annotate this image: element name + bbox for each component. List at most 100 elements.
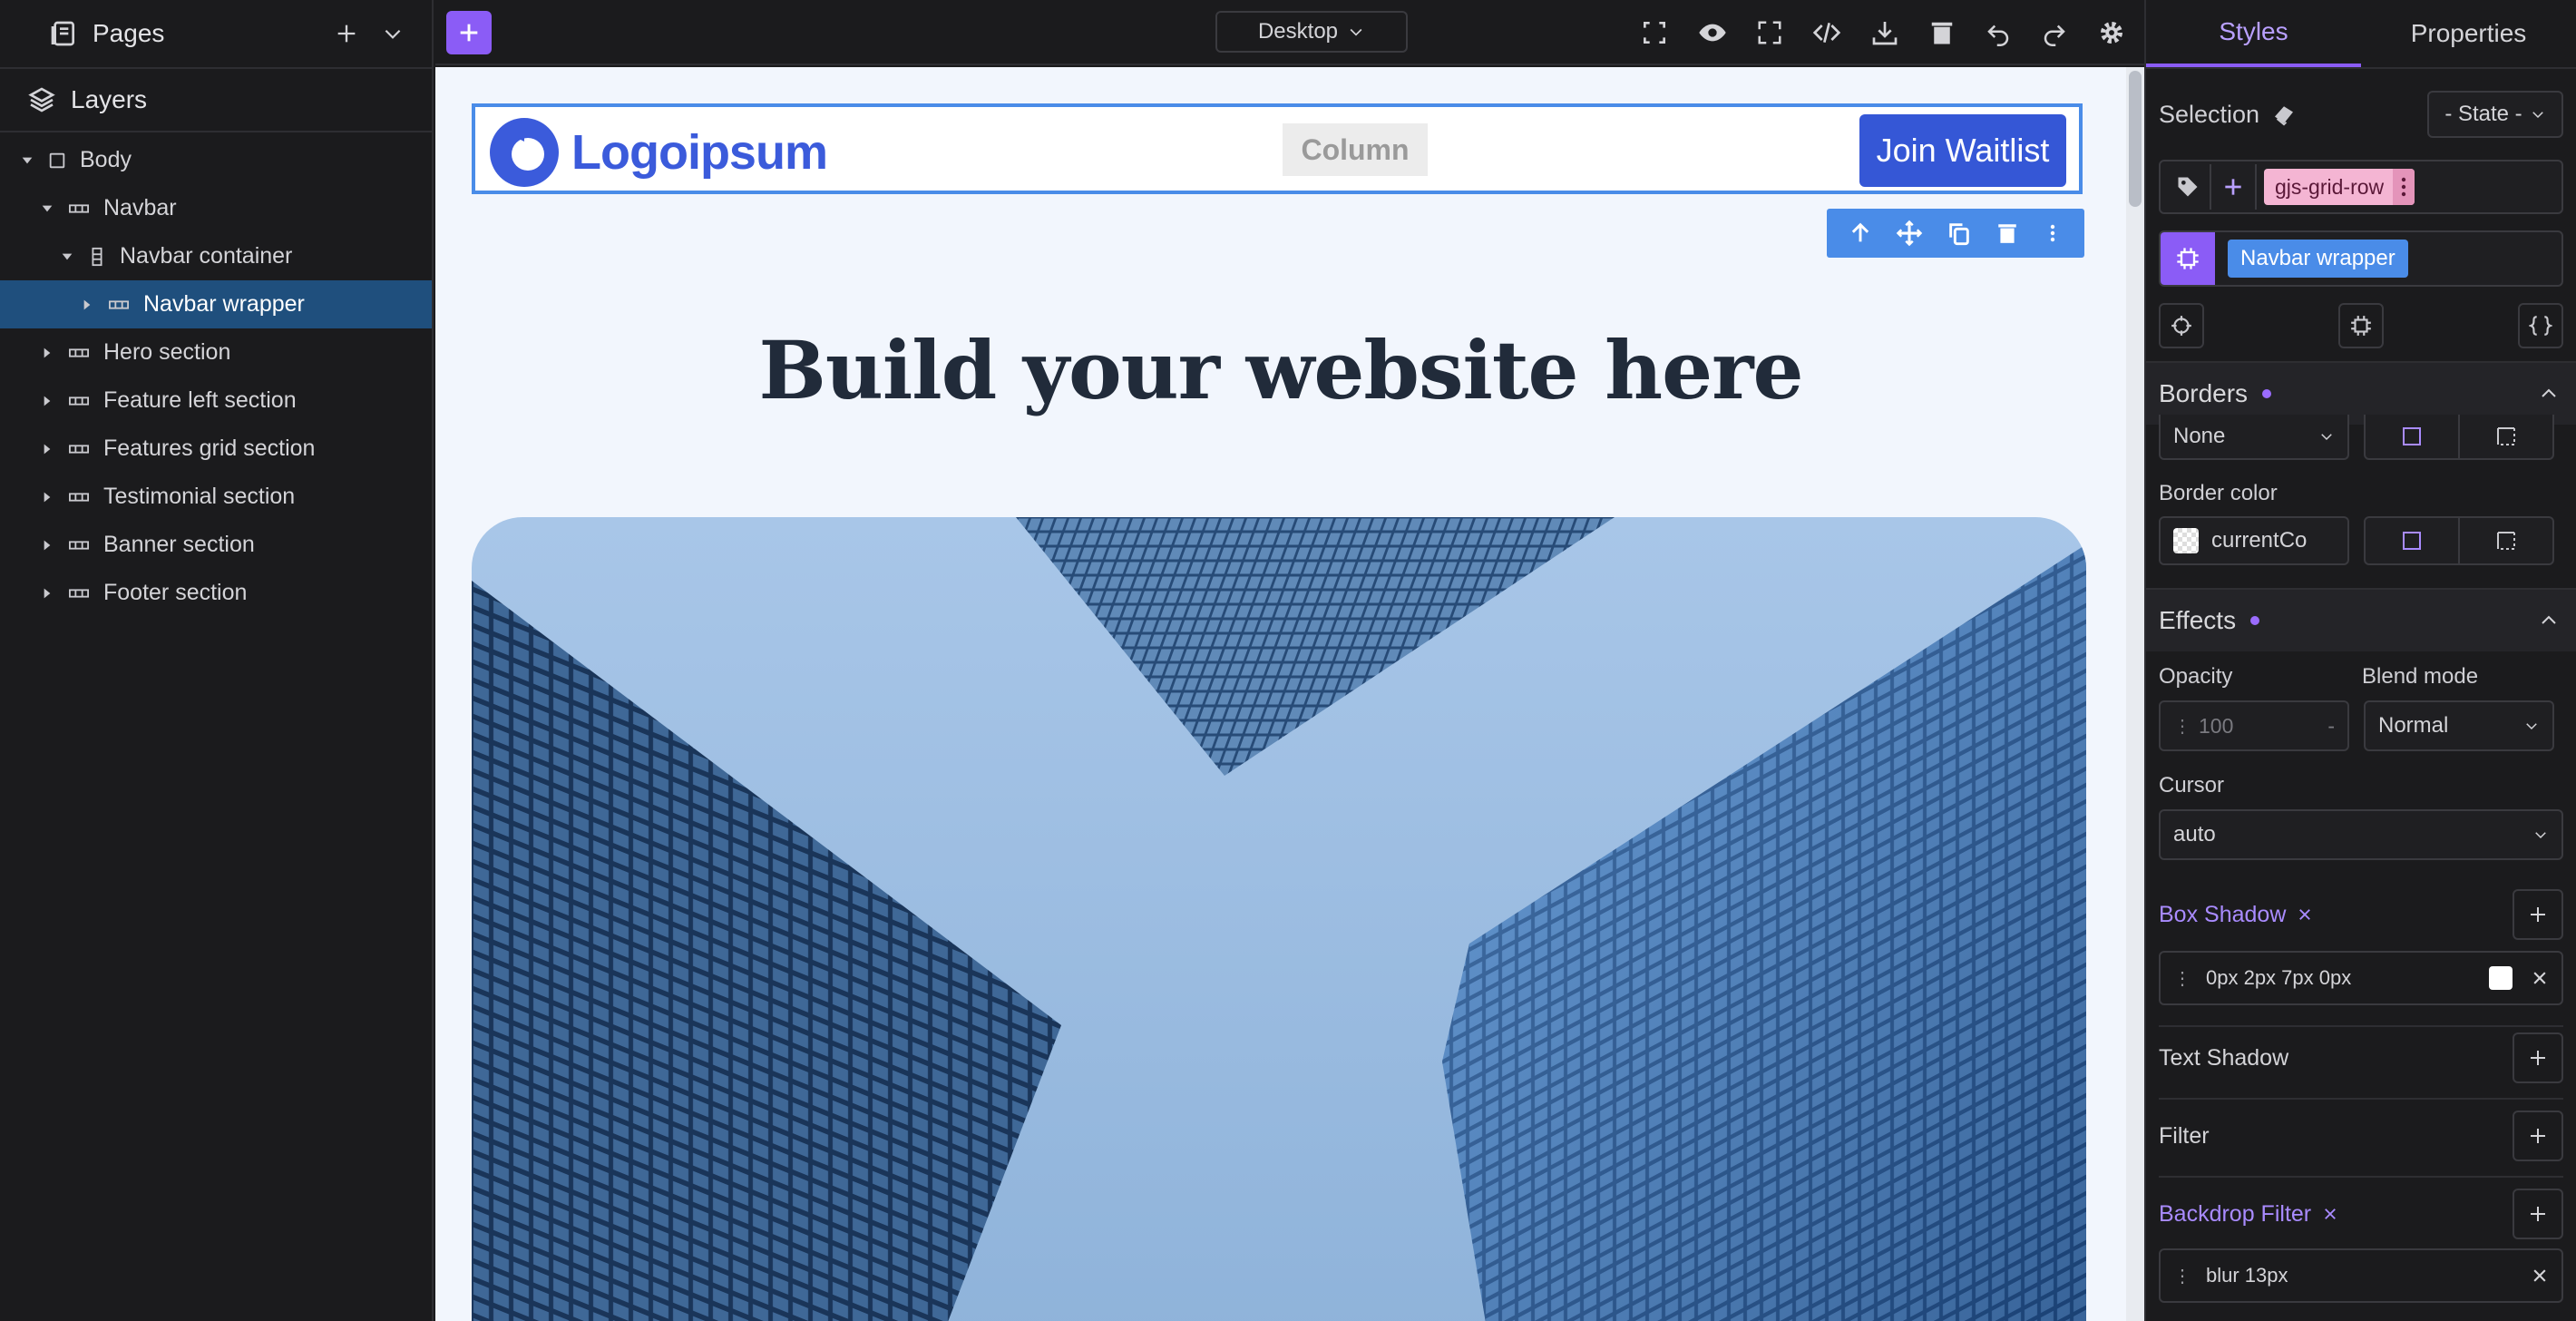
add-backdrop-filter-button[interactable]: [2513, 1189, 2563, 1239]
border-all-icon[interactable]: [2366, 518, 2460, 563]
filter-row: Filter: [2159, 1111, 2563, 1161]
close-icon[interactable]: [2531, 969, 2549, 987]
drag-handle-icon[interactable]: ⋮: [2173, 715, 2191, 738]
more-vertical-icon[interactable]: [2042, 221, 2064, 245]
chevron-down-icon[interactable]: [381, 22, 405, 45]
trash-icon[interactable]: [1928, 19, 1956, 46]
caret-down-icon[interactable]: [18, 153, 36, 168]
layer-item[interactable]: Navbar: [0, 184, 432, 232]
delete-icon[interactable]: [1995, 221, 2019, 245]
target-icon[interactable]: [2159, 303, 2204, 348]
move-icon[interactable]: [1896, 220, 1923, 247]
chevron-down-icon: [1347, 23, 1365, 41]
chevron-up-icon[interactable]: [2538, 383, 2560, 405]
state-select[interactable]: - State -: [2427, 91, 2563, 138]
more-vertical-icon[interactable]: [2393, 169, 2415, 205]
box-shadow-layer[interactable]: ⋮ 0px 2px 7px 0px: [2159, 951, 2563, 1005]
braces-icon[interactable]: [2518, 303, 2563, 348]
layer-item[interactable]: Footer section: [0, 569, 432, 617]
add-block-button[interactable]: [446, 11, 492, 54]
layer-item[interactable]: Navbar container: [0, 232, 432, 280]
color-swatch[interactable]: [2173, 528, 2199, 553]
selection-label: Selection: [2159, 100, 2260, 128]
component-select-icon[interactable]: [2338, 303, 2384, 348]
join-waitlist-button[interactable]: Join Waitlist: [1859, 114, 2066, 187]
code-icon[interactable]: [1812, 18, 1841, 47]
canvas-scrollbar[interactable]: [2126, 67, 2144, 1321]
toolbar-actions: [1611, 0, 2126, 65]
layer-item[interactable]: Body: [0, 136, 432, 184]
layer-item[interactable]: Testimonial section: [0, 473, 432, 521]
class-tag[interactable]: gjs-grid-row: [2264, 169, 2415, 205]
layer-item[interactable]: Hero section: [0, 328, 432, 377]
drag-handle-icon[interactable]: ⋮: [2173, 1265, 2191, 1287]
undo-icon[interactable]: [1985, 19, 2012, 46]
divider: [2159, 1025, 2563, 1027]
column-placeholder[interactable]: Column: [1283, 123, 1428, 176]
blend-mode-label: Blend mode: [2362, 664, 2479, 689]
opacity-value: 100: [2199, 713, 2234, 738]
blend-mode-select[interactable]: Normal: [2364, 700, 2554, 751]
border-color-field[interactable]: currentCo: [2159, 516, 2349, 565]
caret-right-icon[interactable]: [38, 586, 56, 601]
sync-style-icon[interactable]: [2270, 101, 2298, 128]
add-box-shadow-button[interactable]: [2513, 889, 2563, 940]
layer-item[interactable]: Features grid section: [0, 425, 432, 473]
eye-icon[interactable]: [1698, 18, 1727, 47]
add-class-icon[interactable]: [2211, 164, 2257, 210]
border-individual-icon[interactable]: [2460, 518, 2552, 563]
select-area-icon[interactable]: [1640, 18, 1669, 47]
download-icon[interactable]: [1870, 18, 1899, 47]
layer-item[interactable]: Navbar wrapper: [0, 280, 432, 328]
backdrop-filter-row: Backdrop Filter: [2159, 1189, 2563, 1239]
divider: [2159, 1098, 2563, 1100]
border-color-sides: [2364, 516, 2554, 565]
border-all-icon[interactable]: [2366, 415, 2460, 458]
caret-right-icon[interactable]: [38, 394, 56, 408]
add-filter-button[interactable]: [2513, 1111, 2563, 1161]
backdrop-filter-label[interactable]: Backdrop Filter: [2159, 1201, 2311, 1228]
arrow-up-icon[interactable]: [1848, 220, 1873, 246]
redo-icon[interactable]: [2041, 19, 2068, 46]
close-icon[interactable]: [2322, 1206, 2338, 1222]
drag-handle-icon[interactable]: ⋮: [2173, 967, 2191, 990]
border-color-label: Border color: [2159, 481, 2278, 505]
chevron-up-icon[interactable]: [2538, 610, 2560, 631]
hero-title[interactable]: Build your website here: [435, 323, 2126, 417]
opacity-field[interactable]: ⋮ 100 -: [2159, 700, 2349, 751]
cursor-select[interactable]: auto: [2159, 809, 2563, 860]
copy-icon[interactable]: [1947, 220, 1972, 246]
close-icon[interactable]: [2531, 1267, 2549, 1285]
shadow-color-swatch[interactable]: [2489, 966, 2513, 990]
caret-right-icon[interactable]: [38, 442, 56, 456]
caret-right-icon[interactable]: [38, 490, 56, 504]
tab-properties[interactable]: Properties: [2361, 0, 2576, 67]
caret-down-icon[interactable]: [58, 250, 76, 264]
close-icon[interactable]: [2297, 906, 2313, 923]
caret-right-icon[interactable]: [78, 298, 96, 312]
add-text-shadow-button[interactable]: [2513, 1032, 2563, 1083]
selector-tools: [2159, 303, 2563, 348]
effects-section-header[interactable]: Effects: [2146, 588, 2576, 651]
settings-icon[interactable]: [2097, 18, 2126, 47]
navbar-wrapper[interactable]: Logoipsum Column Join Waitlist: [472, 103, 2083, 194]
opacity-blend-row: ⋮ 100 - Normal: [2159, 700, 2563, 751]
device-select[interactable]: Desktop: [1215, 11, 1408, 53]
device-select-value: Desktop: [1257, 19, 1339, 44]
scrollbar-thumb[interactable]: [2129, 71, 2142, 207]
hero-image[interactable]: [472, 517, 2086, 1321]
box-shadow-label[interactable]: Box Shadow: [2159, 902, 2286, 928]
add-page-icon[interactable]: [334, 21, 359, 46]
fullscreen-icon[interactable]: [1756, 19, 1783, 46]
component-tag[interactable]: Navbar wrapper: [2228, 240, 2408, 278]
border-individual-icon[interactable]: [2460, 415, 2552, 458]
caret-right-icon[interactable]: [38, 346, 56, 360]
border-style-select[interactable]: None: [2159, 415, 2349, 460]
caret-right-icon[interactable]: [38, 538, 56, 553]
layer-item[interactable]: Feature left section: [0, 377, 432, 425]
backdrop-filter-layer[interactable]: ⋮ blur 13px: [2159, 1248, 2563, 1303]
caret-down-icon[interactable]: [38, 201, 56, 216]
tab-styles[interactable]: Styles: [2146, 0, 2361, 67]
layer-item[interactable]: Banner section: [0, 521, 432, 569]
canvas-frame[interactable]: Logoipsum Column Join Waitlist Build you…: [435, 67, 2126, 1321]
